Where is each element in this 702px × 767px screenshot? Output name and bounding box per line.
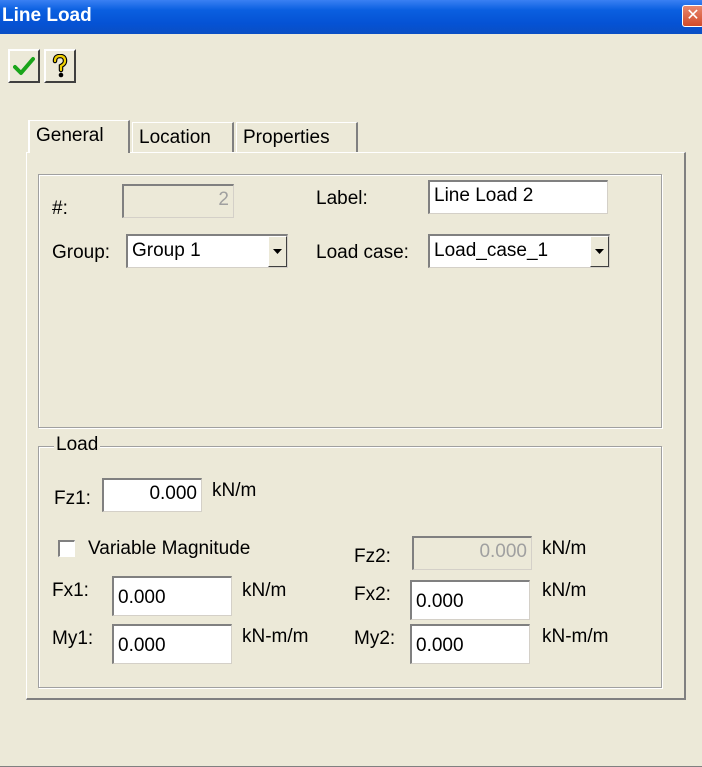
title-bar[interactable] (0, 0, 702, 34)
ok-button[interactable] (8, 49, 40, 83)
tab-general-label: General (36, 125, 104, 146)
tab-properties-label: Properties (243, 127, 330, 148)
help-question-icon (52, 54, 68, 78)
tab-location[interactable]: Location (132, 122, 234, 152)
tab-general[interactable]: General (28, 120, 130, 153)
tab-location-label: Location (139, 127, 211, 148)
tab-properties[interactable]: Properties (236, 122, 358, 152)
tab-panel-general (26, 152, 686, 700)
checkmark-icon (13, 57, 35, 75)
help-button[interactable] (44, 49, 76, 83)
window-title: Line Load (2, 5, 92, 26)
close-icon: ✕ (686, 7, 700, 24)
close-button[interactable]: ✕ (682, 5, 702, 27)
